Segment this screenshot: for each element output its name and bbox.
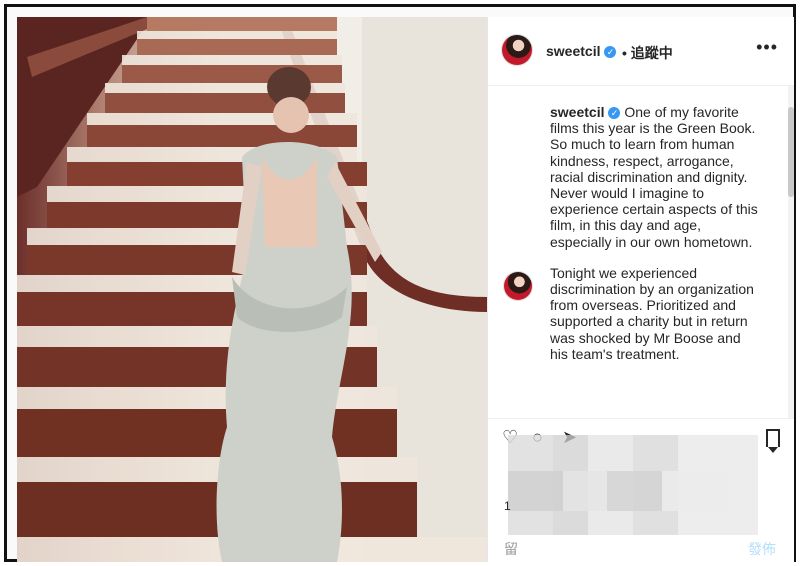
post-header: sweetcil ✓ • 追蹤中 ••• (488, 17, 794, 86)
screenshot-frame: sweetcil ✓ • 追蹤中 ••• sweetcil ✓ One of my … (4, 4, 796, 563)
bookmark-icon[interactable] (766, 429, 780, 453)
caption-avatar[interactable] (504, 272, 532, 300)
caption-paragraph-1: sweetcil ✓ One of my favorite films this … (550, 104, 762, 250)
staircase-photo (17, 17, 487, 562)
comment-input[interactable]: 留 (504, 539, 518, 559)
username-text[interactable]: sweetcil (546, 43, 600, 59)
caption-verified-icon: ✓ (608, 107, 621, 120)
caption-area: sweetcil ✓ One of my favorite films this … (488, 86, 788, 418)
caption-text-1: One of my favorite films this year is th… (550, 104, 758, 250)
profile-avatar[interactable] (502, 35, 532, 65)
more-horizontal-icon[interactable]: ••• (756, 37, 778, 58)
caption-username[interactable]: sweetcil (550, 104, 604, 120)
post-actions: ♡ ○ ➤ 1 留 發佈 (488, 418, 794, 563)
username-link[interactable]: sweetcil ✓ (546, 43, 617, 59)
post-photo (17, 17, 487, 562)
verified-badge-icon: ✓ (604, 46, 617, 59)
post-comment-button[interactable]: 發佈 (748, 539, 776, 559)
caption-paragraph-2: Tonight we experienced discrimination by… (550, 264, 754, 362)
caption-scroll-thumb[interactable] (788, 107, 794, 197)
post-caption: sweetcil ✓ One of my favorite films this … (550, 104, 762, 377)
follow-status[interactable]: • 追蹤中 (622, 43, 673, 63)
likes-count: 1 (504, 499, 511, 513)
blurred-likes-area-2 (508, 471, 728, 511)
post-detail-panel: sweetcil ✓ • 追蹤中 ••• sweetcil ✓ One of my … (487, 17, 794, 563)
